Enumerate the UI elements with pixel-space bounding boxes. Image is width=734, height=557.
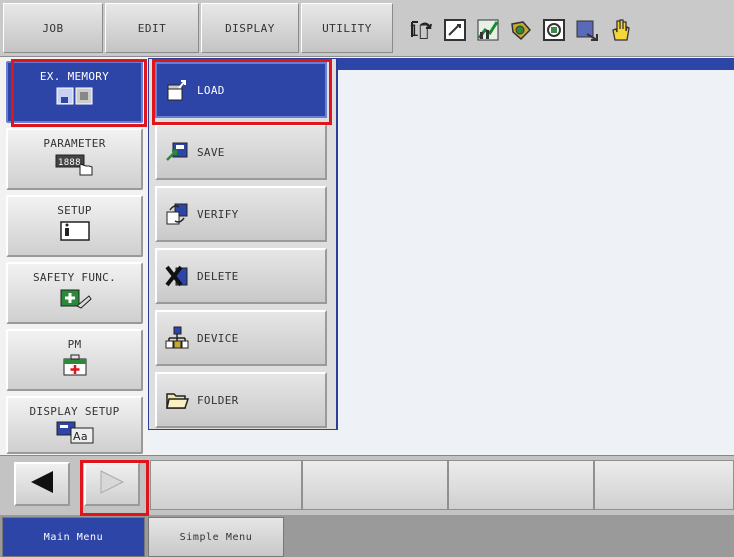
submenu-item-label: FOLDER (197, 393, 239, 407)
hand-icon[interactable] (607, 17, 633, 43)
edit-icon[interactable] (442, 17, 468, 43)
save-icon (165, 140, 189, 164)
display-setup-icon: Aa (53, 420, 97, 447)
submenu-folder[interactable]: FOLDER (155, 372, 327, 428)
submenu-item-label: LOAD (197, 83, 225, 97)
main-menu-setup[interactable]: SETUP (6, 195, 143, 257)
tab-main-menu[interactable]: Main Menu (2, 517, 145, 557)
status-cell (594, 460, 734, 510)
submenu-load[interactable]: LOAD (155, 62, 327, 118)
main-menu-ex-memory[interactable]: EX. MEMORY (6, 61, 143, 123)
page-forward-button[interactable] (84, 462, 140, 506)
main-menu-item-label: DISPLAY SETUP (29, 405, 120, 418)
main-menu-item-label: SAFETY FUNC. (32, 271, 117, 284)
svg-text:Aa: Aa (73, 430, 88, 443)
main-menu-item-label: EX. MEMORY (39, 70, 110, 83)
folder-icon (165, 388, 189, 412)
load-icon (165, 78, 189, 102)
setup-icon (58, 219, 92, 246)
submenu-delete[interactable]: DELETE (155, 248, 327, 304)
tab-edit[interactable]: EDIT (105, 3, 199, 53)
tab-job[interactable]: JOB (3, 3, 103, 53)
tab-display[interactable]: DISPLAY (201, 3, 299, 53)
main-menu-item-label: PARAMETER (43, 137, 106, 150)
main-menu-display-setup[interactable]: DISPLAY SETUP Aa (6, 396, 143, 454)
main-menu-pm[interactable]: PM (6, 329, 143, 391)
delete-icon (165, 264, 189, 288)
safety-icon (57, 286, 93, 315)
submenu-item-label: SAVE (197, 145, 225, 159)
output-icon[interactable] (574, 17, 600, 43)
page-back-button[interactable] (14, 462, 70, 506)
status-cell (448, 460, 594, 510)
main-menu-item-label: SETUP (57, 204, 92, 217)
submenu-verify[interactable]: VERIFY (155, 186, 327, 242)
arrow-right-icon (97, 467, 127, 501)
submenu-item-label: VERIFY (197, 207, 239, 221)
main-menu-parameter[interactable]: PARAMETER 1888 (6, 128, 143, 190)
verify-icon (165, 202, 189, 226)
svg-text:1888: 1888 (58, 158, 81, 168)
chart-icon[interactable] (475, 17, 501, 43)
monitor-icon[interactable] (541, 17, 567, 43)
submenu-item-label: DELETE (197, 269, 239, 283)
status-cell (150, 460, 302, 510)
parameter-icon: 1888 (52, 152, 98, 181)
tool-icon[interactable] (508, 17, 534, 43)
main-menu-safety-func[interactable]: SAFETY FUNC. (6, 262, 143, 324)
tab-simple-menu[interactable]: Simple Menu (148, 517, 284, 557)
submenu-item-label: DEVICE (197, 331, 239, 345)
submenu-device[interactable]: DEVICE (155, 310, 327, 366)
device-icon (165, 326, 189, 350)
submenu-save[interactable]: SAVE (155, 124, 327, 180)
status-cell (302, 460, 448, 510)
arrow-left-icon (27, 467, 57, 501)
tab-utility[interactable]: UTILITY (301, 3, 393, 53)
coordinate-icon[interactable]: 1⃨ (408, 17, 434, 43)
main-menu-item-label: PM (67, 338, 82, 351)
pm-icon (59, 353, 91, 382)
memory-icon (55, 85, 95, 110)
